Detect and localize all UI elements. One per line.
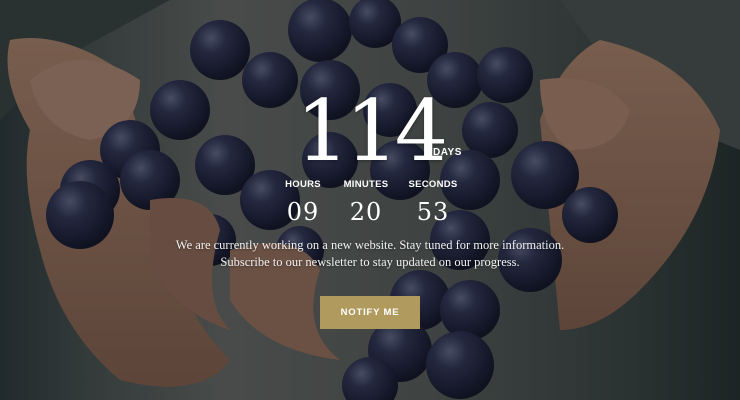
seconds-value: 53 <box>416 198 450 226</box>
days-count: 114 <box>295 82 448 180</box>
seconds-unit: SECONDS 53 <box>393 179 473 225</box>
message-line-2: Subscribe to our newsletter to stay upda… <box>220 255 520 269</box>
coming-soon-content: 114 DAYS HOURS 09 MINUTES 20 SECONDS 53 … <box>0 0 740 400</box>
days-label: DAYS <box>433 147 462 158</box>
notify-me-button[interactable]: NOTIFY ME <box>320 296 420 329</box>
info-message: We are currently working on a new websit… <box>0 237 740 271</box>
seconds-label: SECONDS <box>408 179 458 190</box>
message-line-1: We are currently working on a new websit… <box>175 238 565 252</box>
